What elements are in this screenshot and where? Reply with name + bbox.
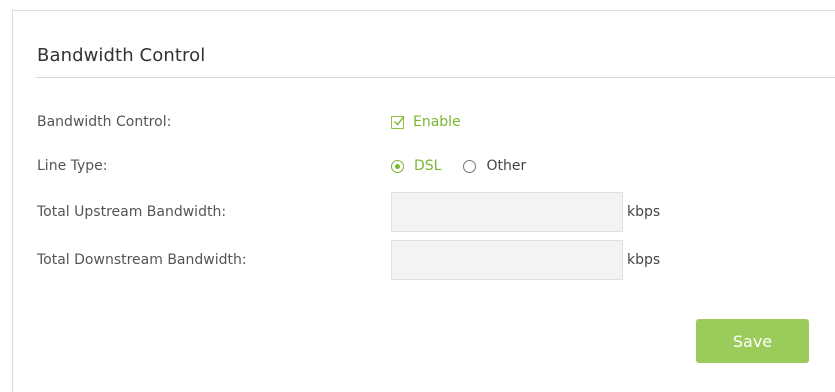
line-type-radio-group: DSL Other [391, 158, 526, 174]
downstream-bandwidth-input[interactable] [391, 240, 623, 280]
enable-checkbox-label[interactable]: Enable [413, 114, 461, 130]
bandwidth-control-panel: Bandwidth Control Bandwidth Control: Ena… [12, 10, 835, 392]
title-divider [36, 77, 835, 78]
radio-dsl-label[interactable]: DSL [414, 158, 441, 174]
enable-checkbox[interactable] [391, 115, 405, 129]
bandwidth-control-label: Bandwidth Control: [37, 114, 172, 130]
radio-other[interactable] [463, 159, 477, 173]
enable-checkbox-control[interactable]: Enable [391, 114, 461, 130]
upstream-bandwidth-label: Total Upstream Bandwidth: [37, 204, 227, 220]
line-type-label: Line Type: [37, 158, 108, 174]
downstream-bandwidth-label: Total Downstream Bandwidth: [37, 252, 247, 268]
downstream-unit: kbps [627, 252, 661, 268]
upstream-bandwidth-input[interactable] [391, 192, 623, 232]
upstream-unit: kbps [627, 204, 661, 220]
radio-other-label[interactable]: Other [486, 158, 526, 174]
radio-dsl[interactable] [391, 159, 404, 173]
section-title: Bandwidth Control [37, 45, 206, 66]
checkmark-icon [394, 115, 405, 126]
save-button[interactable]: Save [696, 319, 809, 363]
